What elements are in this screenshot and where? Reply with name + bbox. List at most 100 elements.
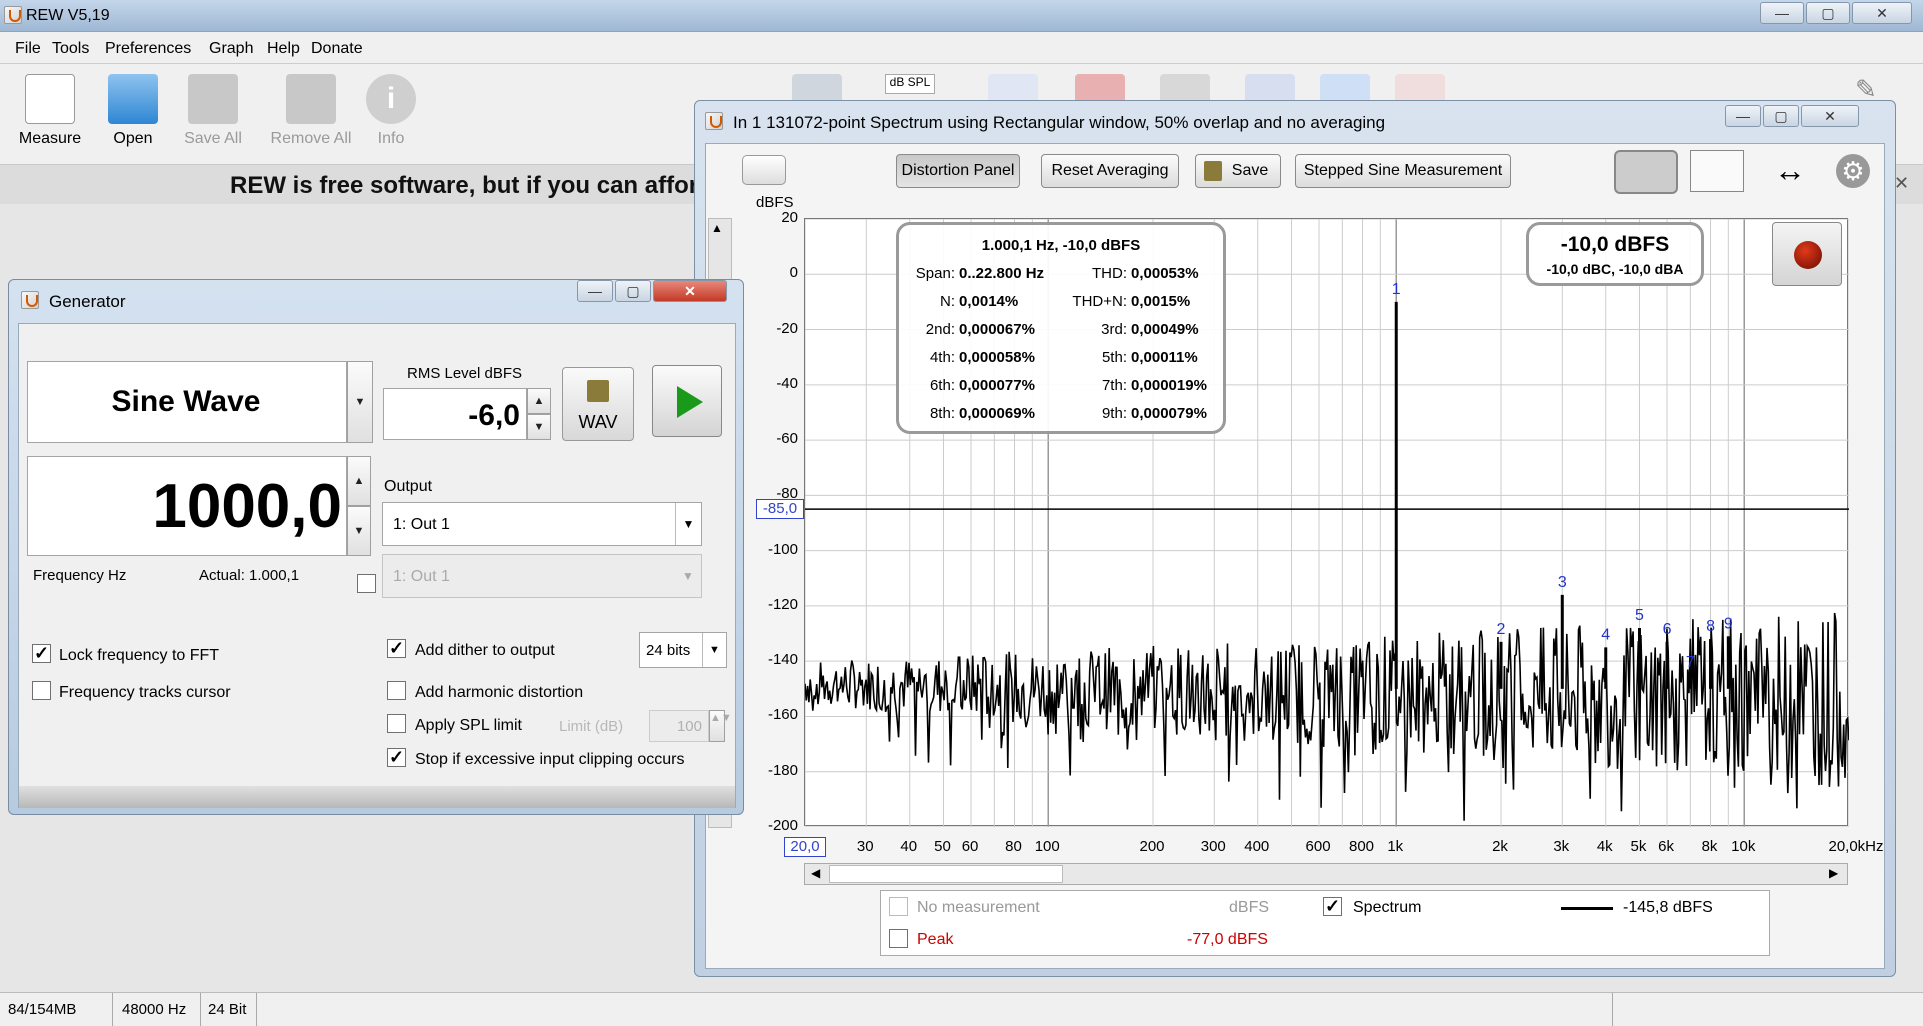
rms-input[interactable]: -6,0: [383, 388, 527, 440]
frequency-value: 1000,0: [152, 472, 342, 541]
info-label: Info: [377, 130, 405, 147]
bit-depth-status: 24 Bit: [208, 1001, 247, 1018]
open-button[interactable]: Open: [88, 64, 178, 148]
spectrum-close-button[interactable]: ✕: [1801, 105, 1859, 127]
harmonic-label-4: 4: [1601, 626, 1610, 643]
bits-dropdown-icon[interactable]: ▼: [702, 633, 726, 667]
spl-limit-checkbox[interactable]: [387, 714, 406, 733]
fit-axes-icon[interactable]: ↔: [1762, 150, 1818, 192]
minimize-button[interactable]: —: [1760, 2, 1804, 24]
y-tick-label: 20: [781, 209, 798, 226]
distortion-panel: 1.000,1 Hz, -10,0 dBFS Span: 0..22.800 H…: [896, 222, 1226, 434]
scroll-up-icon[interactable]: ▲: [711, 221, 723, 235]
settings-gear-icon[interactable]: ⚙: [1836, 154, 1870, 188]
layout-split-icon[interactable]: [1690, 150, 1744, 192]
menu-help[interactable]: Help: [267, 40, 300, 58]
reset-averaging-button[interactable]: Reset Averaging: [1041, 154, 1179, 188]
layout-single-icon[interactable]: [1614, 150, 1678, 194]
menu-tools[interactable]: Tools: [52, 40, 89, 58]
limit-spinner-icon[interactable]: ▲▼: [709, 710, 732, 742]
remove-all-icon: [286, 74, 336, 124]
menu-preferences[interactable]: Preferences: [105, 40, 191, 58]
peak-checkbox[interactable]: [889, 929, 908, 948]
menu-donate[interactable]: Donate: [311, 40, 363, 58]
measure-button[interactable]: Measure: [5, 64, 95, 148]
record-button[interactable]: [1772, 222, 1842, 286]
dither-checkbox[interactable]: ✓: [387, 639, 406, 658]
bits-value: 24 bits: [646, 642, 691, 659]
signal-value: Sine Wave: [111, 385, 261, 418]
camera-icon[interactable]: [742, 155, 786, 185]
output2-checkbox[interactable]: [357, 574, 376, 593]
app-title: REW V5,19: [26, 7, 110, 24]
generator-footer: [19, 786, 735, 808]
remove-all-label: Remove All: [270, 130, 352, 147]
info-button[interactable]: i Info: [346, 64, 436, 148]
frequency-input[interactable]: 1000,0: [27, 456, 347, 556]
signal-select[interactable]: Sine Wave: [27, 361, 347, 443]
stop-clipping-checkbox[interactable]: ✓: [387, 748, 406, 767]
output2-select[interactable]: 1: Out 1 ▼: [382, 554, 702, 598]
save-all-label: Save All: [184, 130, 242, 147]
harmonic-label-5: 5: [1635, 607, 1644, 624]
h9-label: 9th:: [1101, 405, 1127, 422]
output-dropdown-icon[interactable]: ▼: [675, 503, 701, 545]
close-button[interactable]: ✕: [1852, 2, 1912, 24]
signal-dropdown-icon[interactable]: ▼: [347, 361, 373, 443]
frequency-down-icon[interactable]: ▼: [347, 506, 371, 556]
menu-file[interactable]: File: [15, 40, 41, 58]
banner-close-icon[interactable]: ✕: [1894, 173, 1909, 194]
peak-label: Peak: [917, 931, 954, 948]
distortion-panel-button[interactable]: Distortion Panel: [896, 154, 1020, 188]
harmonic-distortion-checkbox[interactable]: [387, 681, 406, 700]
h6-value: 0,000077%: [959, 377, 1035, 394]
menu-graph[interactable]: Graph: [209, 40, 253, 58]
rms-down-icon[interactable]: ▼: [527, 414, 551, 440]
output-select[interactable]: 1: Out 1 ▼: [382, 502, 702, 546]
rms-label: RMS Level dBFS: [407, 365, 523, 382]
y-tick-label: -100: [767, 540, 798, 558]
frequency-label: Frequency Hz: [33, 567, 127, 584]
save-icon: [1204, 161, 1222, 181]
h4-label: 4th:: [929, 349, 955, 366]
h3-label: 3rd:: [1101, 321, 1127, 338]
scroll-left-icon[interactable]: ◀: [811, 866, 820, 880]
no-measurement-checkbox[interactable]: [889, 897, 908, 916]
y-tick-label: -160: [767, 706, 798, 724]
lock-fft-checkbox[interactable]: ✓: [32, 644, 51, 663]
level-main: -10,0 dBFS: [1560, 233, 1670, 256]
horizontal-scrollbar[interactable]: ◀ ▶: [804, 863, 1848, 885]
frequency-up-icon[interactable]: ▲: [347, 456, 371, 506]
limit-input[interactable]: 100: [649, 710, 709, 742]
h5-value: 0,00011%: [1131, 349, 1198, 366]
bits-select[interactable]: 24 bits ▼: [639, 632, 727, 668]
spectrum-checkbox[interactable]: ✓: [1323, 897, 1342, 916]
generator-close-button[interactable]: ✕: [653, 280, 727, 302]
spl-meter-icon[interactable]: dB SPL: [885, 74, 935, 94]
x-tick-label: 20,0kHz: [1828, 838, 1884, 855]
scroll-right-icon[interactable]: ▶: [1829, 866, 1838, 880]
scroll-thumb[interactable]: [829, 865, 1063, 883]
maximize-button[interactable]: ▢: [1806, 2, 1850, 24]
harmonic-label-6: 6: [1663, 621, 1672, 638]
output2-dropdown-icon[interactable]: ▼: [675, 555, 701, 597]
save-graph-button[interactable]: Save: [1195, 154, 1281, 188]
rms-value: -6,0: [468, 399, 520, 432]
h8-value: 0,000069%: [959, 405, 1035, 422]
generator-panel: Sine Wave ▼ RMS Level dBFS -6,0 ▲ ▼ WAV …: [18, 323, 736, 808]
stepped-sine-button[interactable]: Stepped Sine Measurement: [1295, 154, 1511, 188]
spectrum-minimize-button[interactable]: —: [1725, 105, 1761, 127]
output-value: 1: Out 1: [393, 516, 450, 533]
remove-all-button[interactable]: Remove All: [266, 64, 356, 148]
play-button[interactable]: [652, 365, 722, 437]
rms-up-icon[interactable]: ▲: [527, 388, 551, 414]
thdn-value: 0,0015%: [1131, 293, 1191, 310]
generator-maximize-button[interactable]: ▢: [615, 280, 651, 302]
y-tick-label: -80: [776, 485, 798, 503]
spectrum-legend-value: -145,8 dBFS: [1623, 899, 1713, 916]
save-all-button[interactable]: Save All: [168, 64, 258, 148]
tracks-cursor-checkbox[interactable]: [32, 681, 51, 700]
spectrum-maximize-button[interactable]: ▢: [1763, 105, 1799, 127]
wav-button[interactable]: WAV: [562, 367, 634, 441]
generator-minimize-button[interactable]: —: [577, 280, 613, 302]
